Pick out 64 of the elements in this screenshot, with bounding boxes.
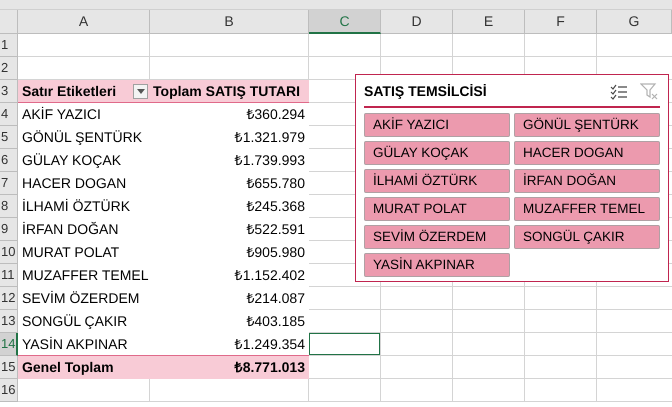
table-cell-text: ₺522.591 <box>246 220 305 239</box>
table-cell-text: SONGÜL ÇAKIR <box>22 312 128 331</box>
table-cell-text: ₺1.152.402 <box>234 266 305 285</box>
row-header[interactable]: 9 <box>0 218 18 241</box>
table-cell-text: ₺245.368 <box>246 197 305 216</box>
column-header[interactable]: E <box>453 10 525 34</box>
multi-select-icon[interactable] <box>610 84 628 100</box>
table-cell-text: ₺403.185 <box>246 312 305 331</box>
slicer-item[interactable]: MUZAFFER TEMEL <box>514 197 660 221</box>
table-cell-text: ₺1.739.993 <box>234 151 305 170</box>
table-cell-text: SEVİM ÖZERDEM <box>22 289 140 308</box>
total-cell-text: ₺8.771.013 <box>234 358 305 377</box>
table-cell-text: ₺905.980 <box>246 243 305 262</box>
slicer-item[interactable]: İLHAMİ ÖZTÜRK <box>364 169 510 193</box>
column-header[interactable]: D <box>381 10 453 34</box>
table-cell-text: ₺655.780 <box>246 174 305 193</box>
total-cell-text: Genel Toplam <box>22 358 114 377</box>
row-header[interactable]: 1 <box>0 34 18 57</box>
table-cell-text: ₺1.249.354 <box>234 334 305 354</box>
slicer-item[interactable]: YASİN AKPINAR <box>364 253 510 277</box>
row-header[interactable]: 14 <box>0 333 18 356</box>
column-header[interactable]: F <box>525 10 597 34</box>
column-header[interactable]: G <box>597 10 672 34</box>
row-labels-header: Satır Etiketleri <box>22 82 116 100</box>
row-header[interactable]: 11 <box>0 264 18 287</box>
column-header-cell-text: Toplam SATIŞ TUTARI <box>153 82 300 101</box>
table-cell-text: YASİN AKPINAR <box>22 334 128 354</box>
table-cell-text: ₺360.294 <box>246 105 305 124</box>
caret-icon <box>136 88 144 94</box>
table-cell-text: GÜLAY KOÇAK <box>22 151 122 170</box>
column-header[interactable]: C <box>309 10 381 34</box>
slicer-item[interactable]: MURAT POLAT <box>364 197 510 221</box>
row-header[interactable]: 16 <box>0 379 18 402</box>
slicer-item[interactable]: GÜLAY KOÇAK <box>364 141 510 165</box>
filter-dropdown-button[interactable] <box>133 84 148 98</box>
table-cell-text: GÖNÜL ŞENTÜRK <box>22 128 142 147</box>
table-cell-text: MUZAFFER TEMEL <box>22 266 149 285</box>
table-cell-text: ₺214.087 <box>246 289 305 308</box>
row-header[interactable]: 8 <box>0 195 18 218</box>
table-cell-text: ₺1.321.979 <box>234 128 305 147</box>
slicer-title: SATIŞ TEMSİLCİSİ <box>364 82 487 101</box>
slicer-item[interactable]: SONGÜL ÇAKIR <box>514 225 660 249</box>
slicer-item[interactable]: AKİF YAZICI <box>364 113 510 137</box>
row-header[interactable]: 4 <box>0 103 18 126</box>
row-header[interactable]: 3 <box>0 80 18 103</box>
row-header[interactable]: 7 <box>0 172 18 195</box>
row-header[interactable]: 13 <box>0 310 18 333</box>
row-header[interactable]: 15 <box>0 356 18 379</box>
table-cell-text: AKİF YAZICI <box>22 105 101 124</box>
table-cell-text: İLHAMİ ÖZTÜRK <box>22 197 130 216</box>
slicer-item[interactable]: GÖNÜL ŞENTÜRK <box>514 113 660 137</box>
row-header[interactable]: 5 <box>0 126 18 149</box>
column-header[interactable]: A <box>18 10 150 34</box>
row-header[interactable]: 10 <box>0 241 18 264</box>
row-header[interactable]: 6 <box>0 149 18 172</box>
row-header[interactable]: 2 <box>0 57 18 80</box>
slicer-item[interactable]: SEVİM ÖZERDEM <box>364 225 510 249</box>
table-cell-text: HACER DOGAN <box>22 174 126 193</box>
column-header[interactable]: B <box>150 10 309 34</box>
slicer-item[interactable]: İRFAN DOĞAN <box>514 169 660 193</box>
row-header[interactable]: 12 <box>0 287 18 310</box>
table-cell-text: MURAT POLAT <box>22 243 120 262</box>
table-cell-text: İRFAN DOĞAN <box>22 220 118 239</box>
slicer-item[interactable]: HACER DOGAN <box>514 141 660 165</box>
